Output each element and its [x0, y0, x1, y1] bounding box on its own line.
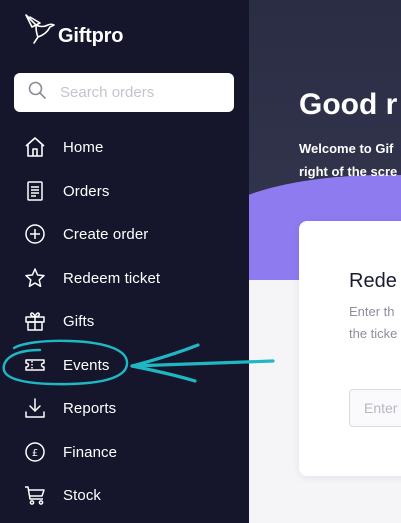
- card-desc-line-2: the ticke: [349, 326, 398, 341]
- welcome-line-2: right of the scre: [299, 164, 398, 179]
- hummingbird-icon: [24, 13, 56, 52]
- logo[interactable]: Giftpro: [24, 13, 124, 52]
- sidebar: Giftpro Home Orders: [0, 0, 249, 523]
- plus-circle-icon: [24, 223, 46, 245]
- star-icon: [24, 267, 46, 289]
- sidebar-item-label: Redeem ticket: [63, 269, 161, 287]
- sidebar-item-finance[interactable]: £ Finance: [0, 432, 249, 472]
- search-box[interactable]: [14, 73, 234, 112]
- download-icon: [24, 397, 46, 419]
- sidebar-item-label: Stock: [63, 486, 102, 504]
- sidebar-item-label: Orders: [63, 182, 110, 200]
- sidebar-item-label: Home: [63, 138, 104, 156]
- sidebar-item-create-order[interactable]: Create order: [0, 214, 249, 254]
- receipt-icon: [24, 180, 46, 202]
- card-description: Enter th the ticke: [349, 301, 397, 345]
- cart-icon: [24, 484, 46, 506]
- sidebar-item-stock[interactable]: Stock: [0, 475, 249, 515]
- sidebar-item-home[interactable]: Home: [0, 127, 249, 167]
- sidebar-item-orders[interactable]: Orders: [0, 171, 249, 211]
- svg-text:£: £: [32, 448, 38, 459]
- sidebar-item-reports[interactable]: Reports: [0, 388, 249, 428]
- sidebar-item-events[interactable]: Events: [0, 345, 249, 385]
- page-title: Good r: [299, 88, 398, 121]
- sidebar-item-label: Finance: [63, 443, 118, 461]
- sidebar-item-redeem-ticket[interactable]: Redeem ticket: [0, 258, 249, 298]
- search-icon: [28, 81, 46, 104]
- sidebar-item-gifts[interactable]: Gifts: [0, 301, 249, 341]
- pound-circle-icon: £: [24, 441, 46, 463]
- ticket-code-input[interactable]: [349, 389, 401, 427]
- brand-name: Giftpro: [58, 24, 124, 47]
- sidebar-item-label: Gifts: [63, 312, 95, 330]
- redeem-card: Rede Enter th the ticke: [299, 221, 401, 476]
- sidebar-item-label: Create order: [63, 225, 149, 243]
- sidebar-item-label: Reports: [63, 399, 117, 417]
- gift-icon: [24, 310, 46, 332]
- sidebar-item-label: Events: [63, 356, 110, 374]
- welcome-text: Welcome to Gif right of the scre: [299, 137, 397, 183]
- ticket-icon: [24, 354, 46, 376]
- home-icon: [24, 136, 46, 158]
- main-content: Good r Welcome to Gif right of the scre …: [249, 0, 401, 523]
- search-input[interactable]: [60, 84, 220, 101]
- card-desc-line-1: Enter th: [349, 304, 395, 319]
- card-title: Rede: [349, 270, 397, 292]
- welcome-line-1: Welcome to Gif: [299, 141, 394, 156]
